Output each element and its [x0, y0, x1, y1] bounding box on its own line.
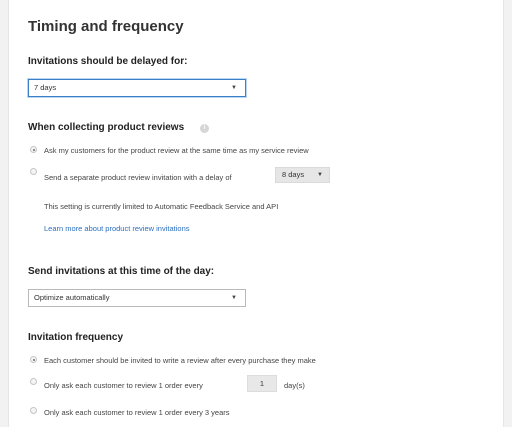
time-of-day-value: Optimize automatically	[34, 293, 110, 302]
delay-label: Invitations should be delayed for:	[28, 56, 188, 67]
learn-more-link[interactable]: Learn more about product review invitati…	[44, 224, 190, 233]
separate-delay-select[interactable]: 8 days ▼	[275, 167, 330, 183]
delay-select[interactable]: 7 days ▼	[28, 79, 246, 97]
option-years-label: Only ask each customer to review 1 order…	[44, 408, 230, 417]
chevron-down-icon: ▼	[231, 85, 237, 91]
chevron-down-icon: ▼	[231, 295, 237, 301]
option-same-time-label: Ask my customers for the product review …	[44, 146, 309, 155]
frequency-heading: Invitation frequency	[28, 332, 124, 343]
chevron-down-icon: ▼	[317, 172, 323, 178]
time-of-day-label: Send invitations at this time of the day…	[28, 266, 215, 277]
product-review-note: This setting is currently limited to Aut…	[44, 202, 279, 211]
radio-days[interactable]	[30, 378, 37, 385]
product-reviews-heading: When collecting product reviews	[28, 122, 185, 133]
radio-same-time[interactable]	[30, 146, 37, 153]
separate-delay-value: 8 days	[282, 170, 305, 179]
info-icon[interactable]: i	[200, 124, 209, 133]
option-separate-label: Send a separate product review invitatio…	[44, 173, 232, 182]
time-of-day-select[interactable]: Optimize automatically ▼	[28, 289, 246, 307]
settings-panel: Timing and frequency Invitations should …	[8, 0, 504, 427]
option-every-label: Each customer should be invited to write…	[44, 356, 316, 365]
section-title: Timing and frequency	[28, 18, 184, 35]
radio-every-purchase[interactable]	[30, 356, 37, 363]
option-days-suffix: day(s)	[284, 381, 305, 390]
radio-separate[interactable]	[30, 168, 37, 175]
days-input[interactable]: 1	[247, 375, 277, 392]
delay-select-value: 7 days	[34, 83, 57, 92]
radio-years[interactable]	[30, 407, 37, 414]
option-days-prefix: Only ask each customer to review 1 order…	[44, 381, 203, 390]
